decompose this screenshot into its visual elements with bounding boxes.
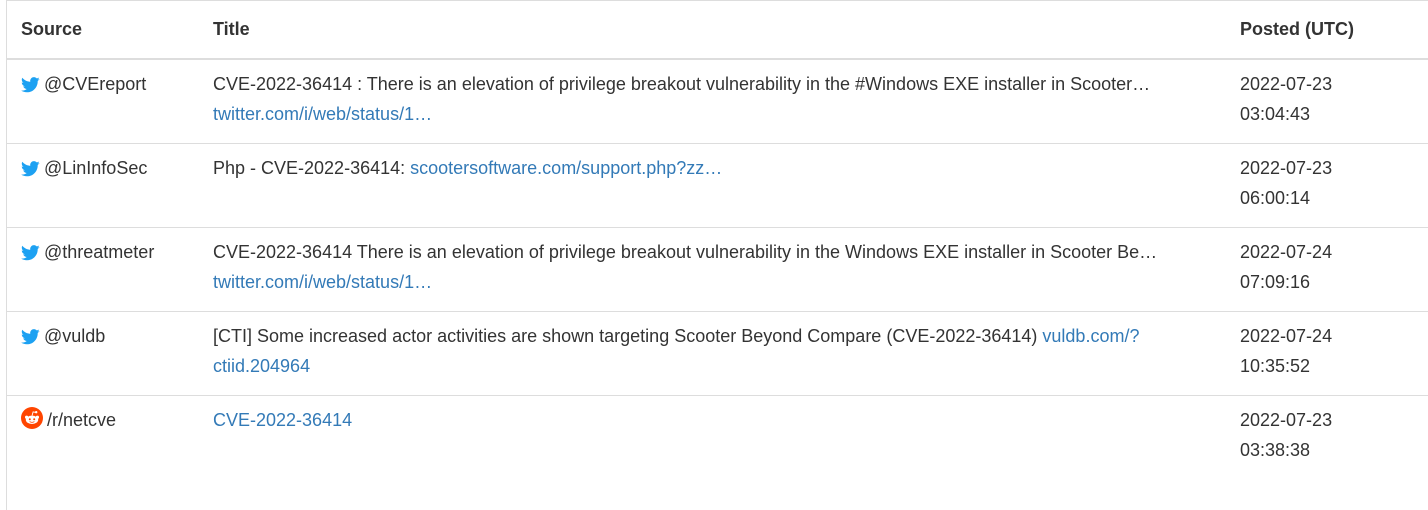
post-link[interactable]: CVE-2022-36414 (213, 410, 352, 430)
title-cell: CVE-2022-36414 : There is an elevation o… (199, 59, 1226, 144)
source-cell: @vuldb (7, 311, 199, 396)
social-mentions-table: Source Title Posted (UTC) @CVEreport CVE… (7, 1, 1428, 479)
source-handle[interactable]: @LinInfoSec (44, 158, 147, 178)
column-header-title[interactable]: Title (199, 1, 1226, 60)
post-title-text: CVE-2022-36414 : There is an elevation o… (213, 74, 1151, 94)
post-title-text: CVE-2022-36414 There is an elevation of … (213, 241, 1158, 262)
posted-time: 10:35:52 (1240, 355, 1311, 376)
twitter-icon (21, 77, 40, 93)
source-handle[interactable]: @threatmeter (44, 242, 154, 262)
title-cell: Php - CVE-2022-36414: scootersoftware.co… (199, 143, 1226, 228)
social-mentions-table-container: Source Title Posted (UTC) @CVEreport CVE… (6, 0, 1428, 510)
table-row: @LinInfoSec Php - CVE-2022-36414: scoote… (7, 143, 1428, 228)
post-link[interactable]: twitter.com/i/web/status/1… (213, 272, 432, 292)
posted-time: 03:38:38 (1240, 439, 1311, 460)
post-title-text: Php - CVE-2022-36414: (213, 157, 411, 178)
posted-time: 03:04:43 (1240, 104, 1311, 124)
posted-time: 07:09:16 (1240, 271, 1311, 292)
column-header-posted[interactable]: Posted (UTC) (1226, 1, 1428, 60)
table-header-row: Source Title Posted (UTC) (7, 1, 1428, 60)
posted-cell: 2022-07-23 03:04:43 (1226, 59, 1428, 144)
post-link[interactable]: scootersoftware.com/support.php?zz… (410, 158, 722, 178)
twitter-icon (21, 244, 40, 261)
source-cell: @CVEreport (7, 59, 199, 144)
source-cell: /r/netcve (7, 395, 199, 479)
title-cell: CVE-2022-36414 There is an elevation of … (199, 227, 1226, 312)
source-cell: @threatmeter (7, 227, 199, 312)
post-link[interactable]: twitter.com/i/web/status/1… (213, 104, 432, 124)
post-title-text: [CTI] Some increased actor activities ar… (213, 325, 1043, 346)
posted-time: 06:00:14 (1240, 187, 1311, 208)
column-header-source[interactable]: Source (7, 1, 199, 60)
source-handle[interactable]: @vuldb (44, 326, 105, 346)
posted-date: 2022-07-24 (1240, 241, 1333, 262)
twitter-icon (21, 160, 40, 177)
posted-date: 2022-07-23 (1240, 157, 1333, 178)
table-row: @vuldb [CTI] Some increased actor activi… (7, 311, 1428, 396)
title-cell: CVE-2022-36414 (199, 395, 1226, 479)
posted-cell: 2022-07-23 06:00:14 (1226, 143, 1428, 228)
source-cell: @LinInfoSec (7, 143, 199, 228)
source-handle[interactable]: @CVEreport (44, 74, 146, 94)
table-row: /r/netcve CVE-2022-36414 2022-07-23 03:3… (7, 395, 1428, 479)
table-row: @threatmeter CVE-2022-36414 There is an … (7, 227, 1428, 312)
title-cell: [CTI] Some increased actor activities ar… (199, 311, 1226, 396)
source-handle[interactable]: /r/netcve (47, 410, 116, 430)
table-row: @CVEreport CVE-2022-36414 : There is an … (7, 59, 1428, 144)
posted-cell: 2022-07-24 10:35:52 (1226, 311, 1428, 396)
reddit-icon (21, 406, 43, 429)
posted-date: 2022-07-24 (1240, 325, 1333, 346)
twitter-icon (21, 328, 40, 345)
posted-date: 2022-07-23 (1240, 409, 1333, 430)
posted-date: 2022-07-23 (1240, 74, 1333, 94)
posted-cell: 2022-07-23 03:38:38 (1226, 395, 1428, 479)
posted-cell: 2022-07-24 07:09:16 (1226, 227, 1428, 312)
